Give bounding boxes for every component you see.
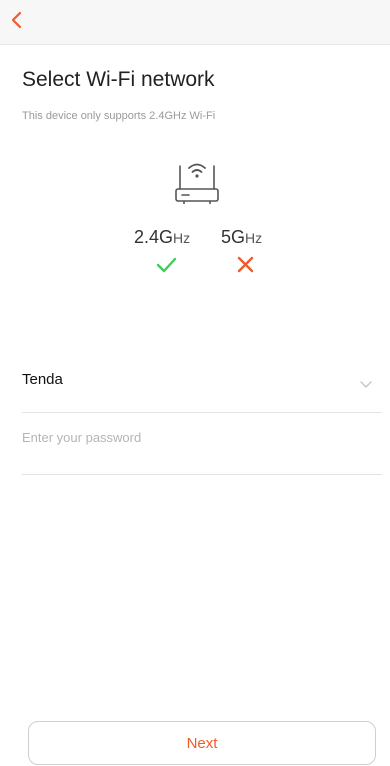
password-field xyxy=(22,414,382,475)
router-icon xyxy=(175,163,219,204)
chevron-down-icon[interactable] xyxy=(358,376,374,392)
band-2-4ghz-unit: Hz xyxy=(173,230,191,246)
next-button[interactable]: Next xyxy=(28,721,376,765)
band-5ghz-label: 5GHz xyxy=(221,227,262,248)
page-subtitle: This device only supports 2.4GHz Wi-Fi xyxy=(22,110,216,122)
chevron-left-icon xyxy=(11,11,22,29)
band-2-4ghz-value: 2.4G xyxy=(134,227,174,247)
band-5ghz-value: 5G xyxy=(221,227,246,247)
wifi-network-name: Tenda xyxy=(22,371,63,388)
band-2-4ghz-label: 2.4GHz xyxy=(134,227,190,248)
back-button[interactable] xyxy=(2,6,30,34)
page-title: Select Wi-Fi network xyxy=(22,68,215,91)
top-bar xyxy=(0,0,390,45)
check-icon xyxy=(156,257,177,273)
wifi-network-selector[interactable]: Tenda xyxy=(22,354,382,413)
password-input[interactable] xyxy=(22,430,362,445)
cross-icon xyxy=(237,256,254,273)
band-5ghz-unit: Hz xyxy=(245,230,263,246)
